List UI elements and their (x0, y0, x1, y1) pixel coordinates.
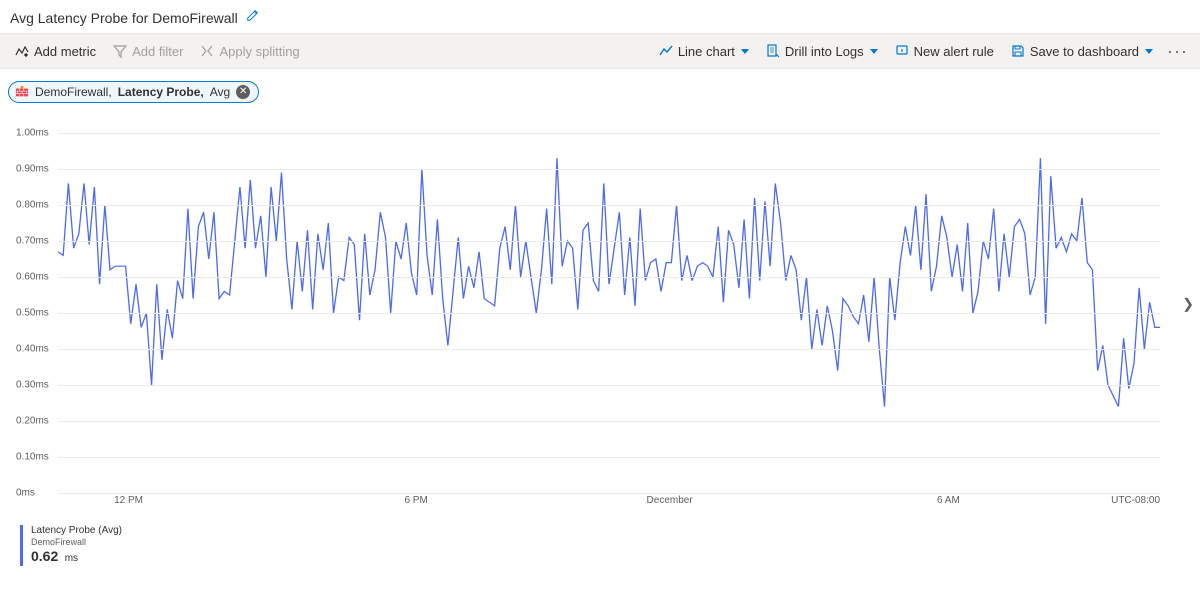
save-dashboard-label: Save to dashboard (1030, 44, 1139, 59)
pill-resource: DemoFirewall, (35, 85, 112, 99)
x-axis-label: 12 PM (114, 495, 143, 506)
remove-metric-icon[interactable]: ✕ (236, 85, 250, 99)
chart-header: Avg Latency Probe for DemoFirewall (0, 0, 1200, 33)
split-icon (199, 43, 215, 59)
new-alert-label: New alert rule (914, 44, 994, 59)
x-axis-label: 6 AM (937, 495, 960, 506)
gridline (58, 457, 1160, 458)
add-filter-label: Add filter (132, 44, 183, 59)
add-metric-label: Add metric (34, 44, 96, 59)
x-axis-label: 6 PM (404, 495, 427, 506)
legend-unit: ms (65, 553, 78, 564)
timezone-label: UTC-08:00 (1111, 495, 1160, 506)
legend: Latency Probe (Avg) DemoFirewall 0.62 ms (0, 511, 1200, 566)
save-dashboard-dropdown[interactable]: Save to dashboard (1004, 39, 1159, 63)
gridline (58, 313, 1160, 314)
chevron-down-icon (870, 49, 878, 54)
drill-logs-dropdown[interactable]: Drill into Logs (759, 39, 884, 63)
gridline (58, 277, 1160, 278)
apply-splitting-button[interactable]: Apply splitting (193, 39, 305, 63)
save-icon (1010, 43, 1026, 59)
more-options-button[interactable]: ··· (1163, 41, 1192, 62)
gridline (58, 169, 1160, 170)
legend-series-name: Latency Probe (Avg) (31, 525, 1200, 537)
chart-area: ❯ 0ms0.10ms0.20ms0.30ms0.40ms0.50ms0.60m… (0, 115, 1200, 493)
y-axis-label: 0.30ms (16, 380, 49, 391)
x-axis-labels: 12 PM 6 PM December 6 AM UTC-08:00 (58, 493, 1160, 511)
add-filter-button[interactable]: Add filter (106, 39, 189, 63)
gridline (58, 205, 1160, 206)
legend-item[interactable]: Latency Probe (Avg) DemoFirewall 0.62 ms (20, 525, 1200, 566)
gridline (58, 385, 1160, 386)
gridline (58, 349, 1160, 350)
y-axis-label: 0.10ms (16, 452, 49, 463)
legend-value: 0.62 (31, 548, 58, 564)
firewall-icon (15, 85, 29, 99)
plot-area[interactable] (58, 133, 1160, 493)
chart-type-label: Line chart (678, 44, 735, 59)
metric-pills-row: DemoFirewall, Latency Probe, Avg ✕ (0, 69, 1200, 115)
y-axis-label: 0.90ms (16, 164, 49, 175)
legend-series-resource: DemoFirewall (31, 537, 1200, 548)
gridline (58, 421, 1160, 422)
metric-pill[interactable]: DemoFirewall, Latency Probe, Avg ✕ (8, 81, 259, 103)
new-alert-button[interactable]: New alert rule (888, 39, 1000, 63)
line-chart-icon (658, 43, 674, 59)
y-axis-label: 0.40ms (16, 344, 49, 355)
chevron-down-icon (741, 49, 749, 54)
edit-title-icon[interactable] (246, 8, 260, 27)
y-axis-label: 0ms (16, 488, 35, 499)
drill-logs-icon (765, 43, 781, 59)
page-title: Avg Latency Probe for DemoFirewall (10, 10, 238, 26)
filter-icon (112, 43, 128, 59)
apply-splitting-label: Apply splitting (219, 44, 299, 59)
chevron-down-icon (1145, 49, 1153, 54)
next-time-range-button[interactable]: ❯ (1182, 296, 1194, 313)
pill-metric: Latency Probe, (118, 85, 204, 99)
y-axis-label: 0.80ms (16, 200, 49, 211)
gridline (58, 241, 1160, 242)
y-axis-label: 0.60ms (16, 272, 49, 283)
chart-type-dropdown[interactable]: Line chart (652, 39, 755, 63)
y-axis-label: 0.50ms (16, 308, 49, 319)
x-axis-label: December (647, 495, 693, 506)
toolbar: Add metric Add filter Apply splitting Li… (0, 33, 1200, 69)
y-axis-label: 1.00ms (16, 128, 49, 139)
alert-icon (894, 43, 910, 59)
add-metric-icon (14, 43, 30, 59)
y-axis-label: 0.20ms (16, 416, 49, 427)
gridline (58, 133, 1160, 134)
drill-logs-label: Drill into Logs (785, 44, 864, 59)
pill-agg: Avg (210, 85, 230, 99)
add-metric-button[interactable]: Add metric (8, 39, 102, 63)
y-axis-label: 0.70ms (16, 236, 49, 247)
